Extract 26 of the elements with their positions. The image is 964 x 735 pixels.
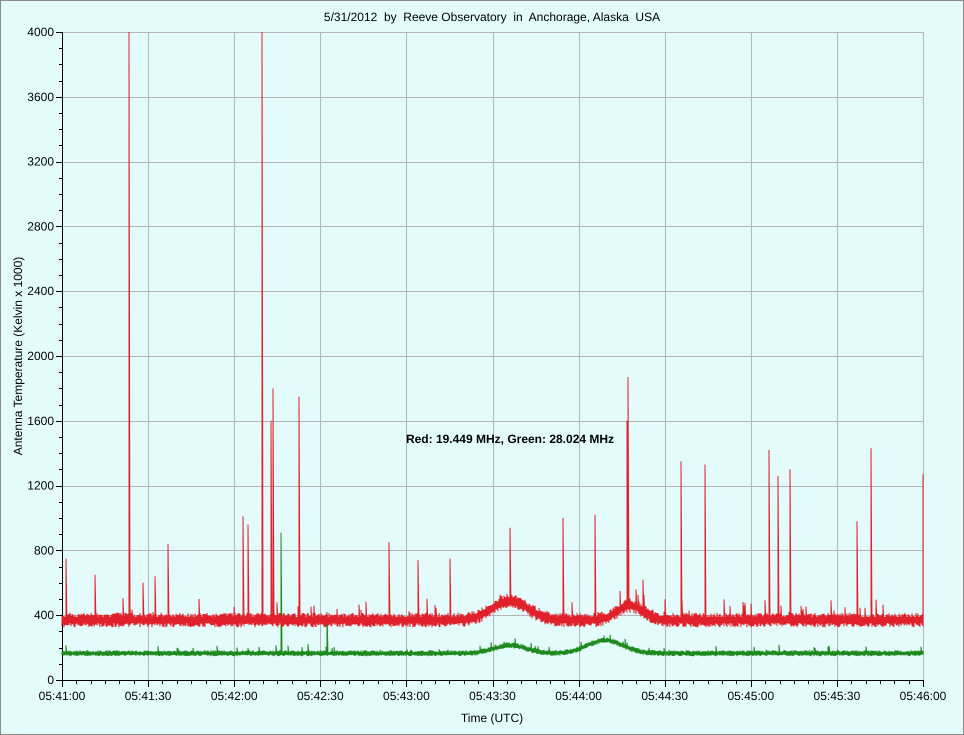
y-tick-label: 0 [47, 673, 54, 687]
y-tick-label: 2400 [27, 284, 54, 298]
y-tick-label: 3600 [27, 90, 54, 104]
x-tick-label: 05:46:00 [900, 689, 946, 703]
y-tick-label: 1600 [27, 414, 54, 428]
x-tick-label: 05:45:30 [814, 689, 860, 703]
y-tick-label: 2800 [27, 219, 54, 234]
y-tick-label: 1200 [27, 478, 54, 493]
x-tick-label: 05:41:00 [38, 689, 86, 703]
x-tick-label: 05:43:00 [383, 689, 430, 703]
x-tick-label: 05:42:30 [296, 689, 344, 703]
x-tick-label: 05:41:30 [124, 689, 172, 703]
chart-annotation: Red: 19.449 MHz, Green: 28.024 MHz [406, 432, 614, 446]
y-tick-label: 800 [34, 543, 54, 558]
y-tick-label: 400 [34, 608, 54, 622]
chart-title: 5/31/2012 by Reeve Observatory in Anchorage, Alaska USA [324, 10, 660, 24]
x-tick-label: 05:43:30 [469, 689, 516, 703]
x-tick-label: 05:44:00 [555, 689, 602, 703]
x-tick-label: 05:45:00 [727, 689, 774, 703]
y-tick-label: 4000 [27, 25, 54, 39]
y-axis-title: Antenna Temperature (Kelvin x 1000) [11, 256, 25, 456]
y-tick-label: 3200 [27, 154, 54, 169]
x-axis-title: Time (UTC) [460, 711, 524, 725]
x-tick-label: 05:42:00 [210, 689, 258, 703]
x-tick-label: 05:44:30 [641, 689, 688, 703]
y-tick-label: 2000 [27, 349, 54, 363]
